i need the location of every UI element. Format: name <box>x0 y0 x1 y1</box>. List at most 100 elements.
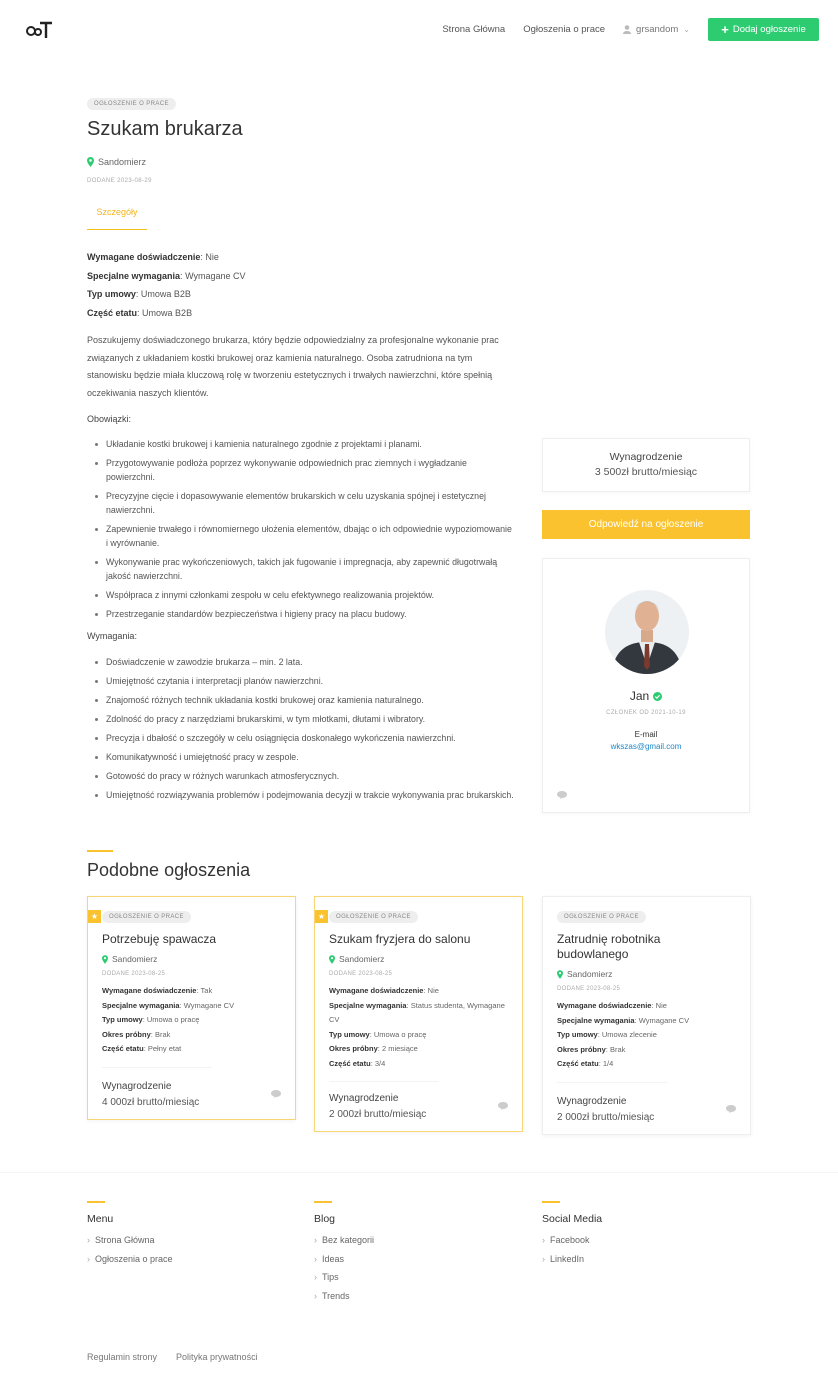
chevron-right-icon: › <box>542 1235 545 1245</box>
salary-label: Wynagrodzenie <box>609 451 683 463</box>
chat-icon[interactable] <box>498 1102 508 1112</box>
requirements-heading: Wymagania: <box>87 631 137 641</box>
job-category-tag: Ogłoszenie o prace <box>87 98 176 110</box>
list-item: Przygotowywanie podłoża poprzez wykonywa… <box>95 456 515 484</box>
spec-row: Wymagane doświadczenie: Nie <box>87 252 219 262</box>
list-item: Doświadczenie w zawodzie brukarza – min.… <box>95 655 515 669</box>
job-date: Dodane 2023-08-29 <box>87 178 152 184</box>
footer-link[interactable]: › LinkedIn <box>542 1250 602 1269</box>
job-location-text: Sandomierz <box>98 157 147 167</box>
list-item: Zapewnienie trwałego i równomiernego uło… <box>95 522 515 550</box>
page-title: Szukam brukarza <box>87 118 243 140</box>
similar-card[interactable]: Ogłoszenie o prace Zatrudnię robotnika b… <box>542 896 751 1135</box>
list-item: Gotowość do pracy w różnych warunkach at… <box>95 769 515 783</box>
spec-row: Część etatu: Umowa B2B <box>87 308 193 319</box>
salary-box: Wynagrodzenie 3 500zł brutto/miesiąc <box>542 438 750 492</box>
list-item: Umiejętność rozwiązywania problemów i po… <box>95 788 515 802</box>
card-location: Sandomierz <box>102 954 157 964</box>
avatar-photo <box>605 590 689 674</box>
add-listing-button[interactable]: + Dodaj ogłoszenie <box>708 18 819 41</box>
list-item: Umiejętność czytania i interpretacji pla… <box>95 674 515 688</box>
footer-link[interactable]: › Ogłoszenia o prace <box>87 1250 173 1269</box>
spec-row: Typ umowy: Umowa B2B <box>87 289 191 300</box>
chevron-right-icon: › <box>314 1291 317 1302</box>
similar-card[interactable]: ★ Ogłoszenie o prace Potrzebuję spawacza… <box>87 896 296 1120</box>
list-item: Wykonywanie prac wykończeniowych, takich… <box>95 555 515 583</box>
user-name: grsandom <box>636 24 679 35</box>
card-specs: Wymagane doświadczenie: Nie Specjalne wy… <box>557 1001 690 1069</box>
footer-link[interactable]: › Bez kategorii <box>314 1231 374 1250</box>
chat-icon[interactable] <box>726 1105 736 1115</box>
list-item: Precyzja i dbałość o szczegóły w celu os… <box>95 731 515 745</box>
card-specs: Wymagane doświadczenie: Tak Specjalne wy… <box>102 986 235 1054</box>
privacy-link[interactable]: Polityka prywatności <box>176 1352 277 1362</box>
verified-check-icon <box>653 691 663 701</box>
tab-details[interactable]: Szczegóły <box>87 203 147 230</box>
chat-icon[interactable] <box>271 1090 281 1100</box>
card-divider <box>329 1081 439 1082</box>
footer-menu: Menu › Strona Główna › Ogłoszenia o prace <box>87 1201 173 1268</box>
chevron-right-icon: › <box>87 1235 90 1245</box>
job-location: Sandomierz <box>87 157 146 167</box>
chevron-down-icon: ⌄ <box>683 25 690 34</box>
footer-link[interactable]: › Tips <box>314 1268 374 1287</box>
logo-icon <box>26 21 52 38</box>
location-pin-icon <box>329 954 335 964</box>
footer-link[interactable]: › Facebook <box>542 1231 602 1250</box>
add-listing-label: Dodaj ogłoszenie <box>732 24 806 35</box>
footer-heading: Blog <box>314 1213 336 1225</box>
footer-link[interactable]: › Strona Główna <box>87 1231 173 1250</box>
location-pin-icon <box>102 954 108 964</box>
similar-heading: Podobne ogłoszenia <box>87 860 251 880</box>
card-title[interactable]: Szukam fryzjera do salonu <box>329 932 508 947</box>
card-title[interactable]: Zatrudnię robotnika budowlanego <box>557 932 710 962</box>
footer-link[interactable]: › Trends <box>314 1287 374 1306</box>
card-tag: Ogłoszenie o prace <box>557 911 646 923</box>
email-label: E-mail <box>634 730 658 739</box>
list-item: Komunikatywność i umiejętność pracy w ze… <box>95 750 515 764</box>
card-location: Sandomierz <box>329 954 384 964</box>
card-salary-value: 2 000zł brutto/miesiąc <box>329 1109 427 1120</box>
nav-jobs[interactable]: Ogłoszenia o prace <box>523 24 605 35</box>
list-item: Układanie kostki brukowej i kamienia nat… <box>95 437 515 451</box>
footer-accent-bar <box>87 1201 105 1203</box>
location-pin-icon <box>87 157 94 167</box>
card-date: Dodane 2023-08-25 <box>329 971 393 977</box>
reply-button[interactable]: Odpowiedź na ogłoszenie <box>542 510 750 539</box>
nav-home[interactable]: Strona Główna <box>442 24 505 35</box>
member-since: Członek od 2021-10-19 <box>606 710 686 716</box>
plus-icon: + <box>721 22 729 37</box>
chat-icon[interactable] <box>557 791 567 801</box>
site-logo[interactable] <box>25 20 53 40</box>
list-item: Zdolność do pracy z narzędziami brukarsk… <box>95 712 515 726</box>
card-title[interactable]: Potrzebuję spawacza <box>102 932 281 947</box>
similar-card[interactable]: ★ Ogłoszenie o prace Szukam fryzjera do … <box>314 896 523 1132</box>
card-salary-label: Wynagrodzenie <box>102 1081 172 1092</box>
list-item: Precyzyjne cięcie i dopasowywanie elemen… <box>95 489 515 517</box>
job-description: Poszukujemy doświadczonego brukarza, któ… <box>87 335 499 399</box>
card-tag: Ogłoszenie o prace <box>329 911 418 923</box>
section-accent-bar <box>87 850 113 852</box>
footer-blog: Blog › Bez kategorii › Ideas › Tips › Trends <box>314 1201 374 1306</box>
card-salary-value: 4 000zł brutto/miesiąc <box>102 1097 200 1108</box>
author-email[interactable]: wkszas@gmail.com <box>543 742 749 751</box>
terms-link[interactable]: Regulamin strony <box>87 1352 176 1362</box>
card-location: Sandomierz <box>557 969 612 979</box>
author-name[interactable]: Jan <box>630 689 649 703</box>
footer-accent-bar <box>314 1201 332 1203</box>
footer-link[interactable]: › Ideas <box>314 1250 374 1269</box>
featured-star-icon: ★ <box>88 910 101 923</box>
user-menu[interactable]: grsandom ⌄ <box>623 24 690 35</box>
footer-bottom-links: Regulamin strony Polityka prywatności <box>87 1352 277 1362</box>
card-date: Dodane 2023-08-25 <box>102 971 166 977</box>
card-specs: Wymagane doświadczenie: Nie Specjalne wy… <box>329 986 505 1068</box>
user-icon <box>623 25 632 34</box>
footer-accent-bar <box>542 1201 560 1203</box>
card-salary-value: 2 000zł brutto/miesiąc <box>557 1112 655 1123</box>
location-pin-icon <box>557 969 563 979</box>
spec-row: Specjalne wymagania: Wymagane CV <box>87 270 246 281</box>
chevron-right-icon: › <box>314 1235 317 1245</box>
requirements-list: Doświadczenie w zawodzie brukarza – min.… <box>95 655 515 802</box>
card-salary-label: Wynagrodzenie <box>557 1096 627 1107</box>
avatar[interactable] <box>605 586 689 678</box>
